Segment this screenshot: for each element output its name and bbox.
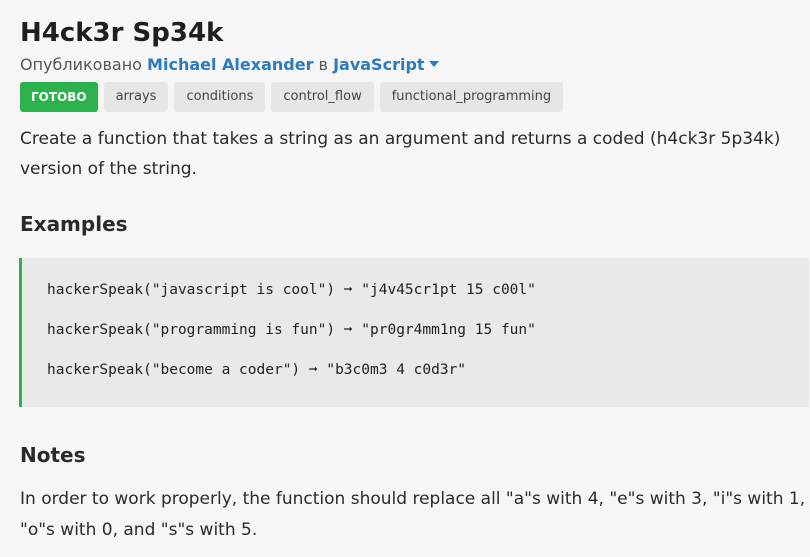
examples-heading: Examples — [20, 212, 128, 236]
in-label: в — [318, 55, 328, 74]
challenge-description: Create a function that takes a string as… — [20, 129, 781, 179]
notes-heading: Notes — [20, 443, 86, 467]
tag-functional-programming[interactable]: functional_programming — [379, 82, 564, 112]
byline: Опубликовано Michael Alexander в JavaScr… — [20, 54, 810, 76]
caret-down-icon — [428, 60, 439, 67]
tag-list: ГОТОВО arrays conditions control_flow fu… — [20, 82, 810, 112]
status-badge: ГОТОВО — [20, 82, 98, 112]
example-line: hackerSpeak("become a coder") ➞ "b3c0m3 … — [47, 362, 467, 378]
published-label: Опубликовано — [20, 55, 142, 74]
language-dropdown[interactable]: JavaScript — [333, 55, 439, 74]
example-line: hackerSpeak("javascript is cool") ➞ "j4v… — [47, 282, 536, 298]
language-label: JavaScript — [333, 55, 425, 74]
author-link[interactable]: Michael Alexander — [147, 55, 313, 74]
challenge-title: H4ck3r Sp34k — [20, 18, 224, 48]
tag-control-flow[interactable]: control_flow — [271, 82, 374, 112]
notes-text: In order to work properly, the function … — [20, 489, 806, 540]
example-line: hackerSpeak("programming is fun") ➞ "pr0… — [47, 322, 536, 338]
examples-code-block: hackerSpeak("javascript is cool") ➞ "j4v… — [19, 258, 809, 407]
tag-arrays[interactable]: arrays — [103, 82, 169, 112]
challenge-page: H4ck3r Sp34k Опубликовано Michael Alexan… — [0, 0, 810, 557]
tag-conditions[interactable]: conditions — [174, 82, 266, 112]
